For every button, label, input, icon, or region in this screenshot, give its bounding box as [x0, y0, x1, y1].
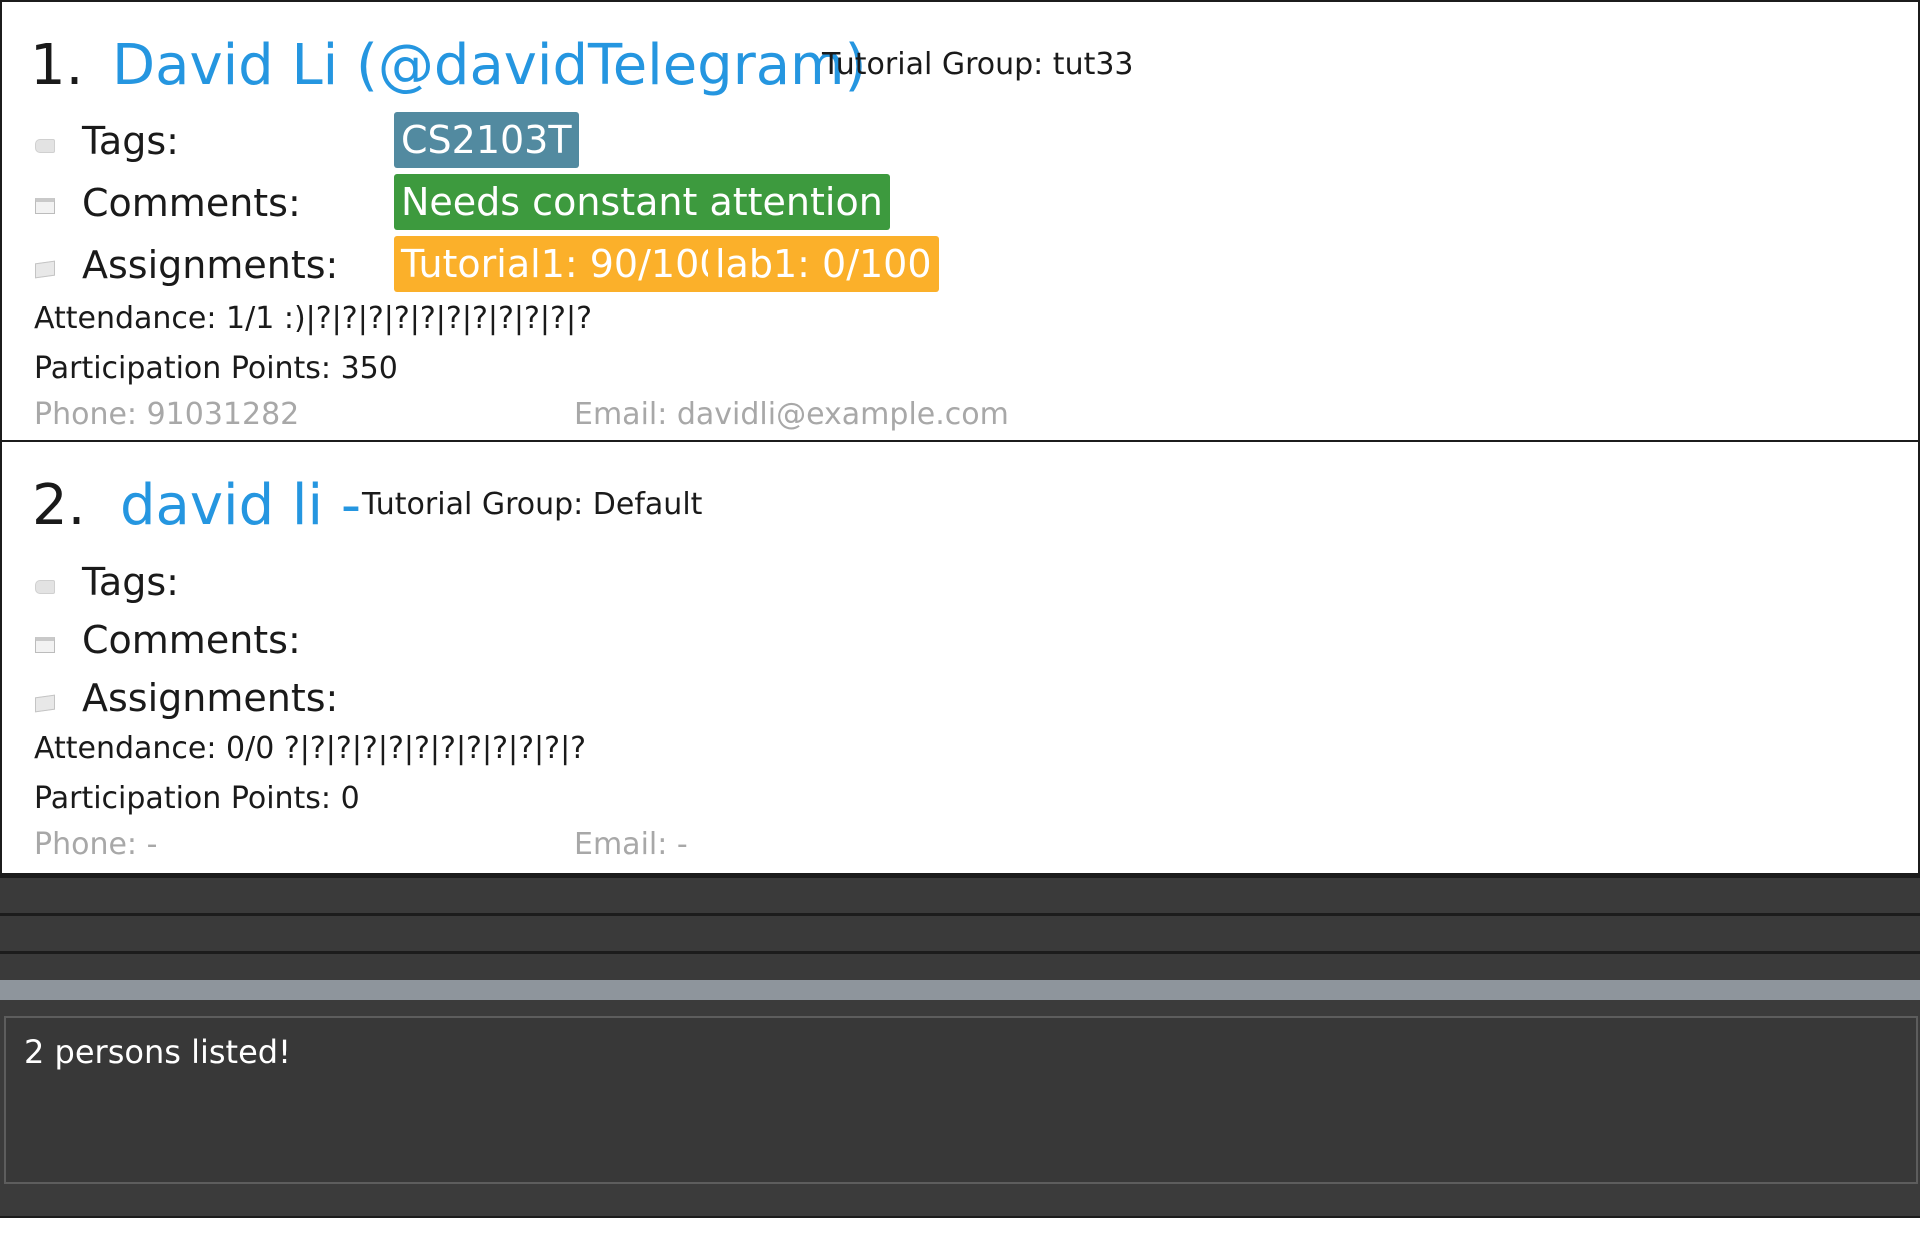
pane-divider[interactable]	[0, 980, 1920, 1000]
email: Email: davidli@example.com	[574, 397, 1009, 432]
comments-label: Comments:	[82, 181, 301, 225]
comment-chip: Needs constant attention	[394, 174, 890, 230]
tag-icon	[35, 139, 55, 153]
command-input[interactable]	[0, 1216, 1920, 1248]
assignment-chip: lab1: 0/100	[708, 236, 939, 292]
attendance: Attendance: 0/0 ?|?|?|?|?|?|?|?|?|?|?|?	[34, 731, 587, 766]
phone: Phone: 91031282	[34, 397, 300, 432]
tag-icon	[35, 580, 55, 594]
notepad-icon	[35, 637, 55, 653]
phone: Phone: -	[34, 827, 158, 862]
person-name: David Li (@davidTelegram)	[112, 33, 867, 98]
person-name: david li -	[120, 473, 362, 538]
empty-list-row	[0, 875, 1920, 913]
tags-label: Tags:	[82, 119, 179, 163]
paper-icon	[35, 694, 55, 713]
participation-points: Participation Points: 350	[34, 351, 398, 386]
app-window: 1. David Li (@davidTelegram) Tutorial Gr…	[0, 0, 1920, 1248]
participation-points: Participation Points: 0	[34, 781, 360, 816]
empty-list-row	[0, 913, 1920, 951]
tutorial-group: Tutorial Group: tut33	[822, 47, 1134, 82]
empty-list-row	[0, 951, 1920, 980]
result-display	[4, 1016, 1918, 1184]
person-card[interactable]: 2. david li - Tutorial Group: Default Ta…	[0, 442, 1920, 875]
comments-label: Comments:	[82, 618, 301, 662]
person-index: 2.	[32, 473, 86, 538]
result-message: 2 persons listed!	[24, 1033, 291, 1071]
paper-icon	[35, 260, 55, 279]
person-card[interactable]: 1. David Li (@davidTelegram) Tutorial Gr…	[0, 0, 1920, 442]
tags-label: Tags:	[82, 560, 179, 604]
result-display-pane: 2 persons listed!	[0, 1000, 1920, 1216]
tag-chip: CS2103T	[394, 112, 579, 168]
notepad-icon	[35, 198, 55, 214]
attendance: Attendance: 1/1 :)|?|?|?|?|?|?|?|?|?|?|?	[34, 301, 592, 336]
email: Email: -	[574, 827, 688, 862]
assignments-label: Assignments:	[82, 243, 339, 287]
assignments-label: Assignments:	[82, 676, 339, 720]
tutorial-group: Tutorial Group: Default	[362, 487, 703, 522]
assignment-chip: Tutorial1: 90/100	[394, 236, 731, 292]
person-index: 1.	[30, 33, 84, 98]
